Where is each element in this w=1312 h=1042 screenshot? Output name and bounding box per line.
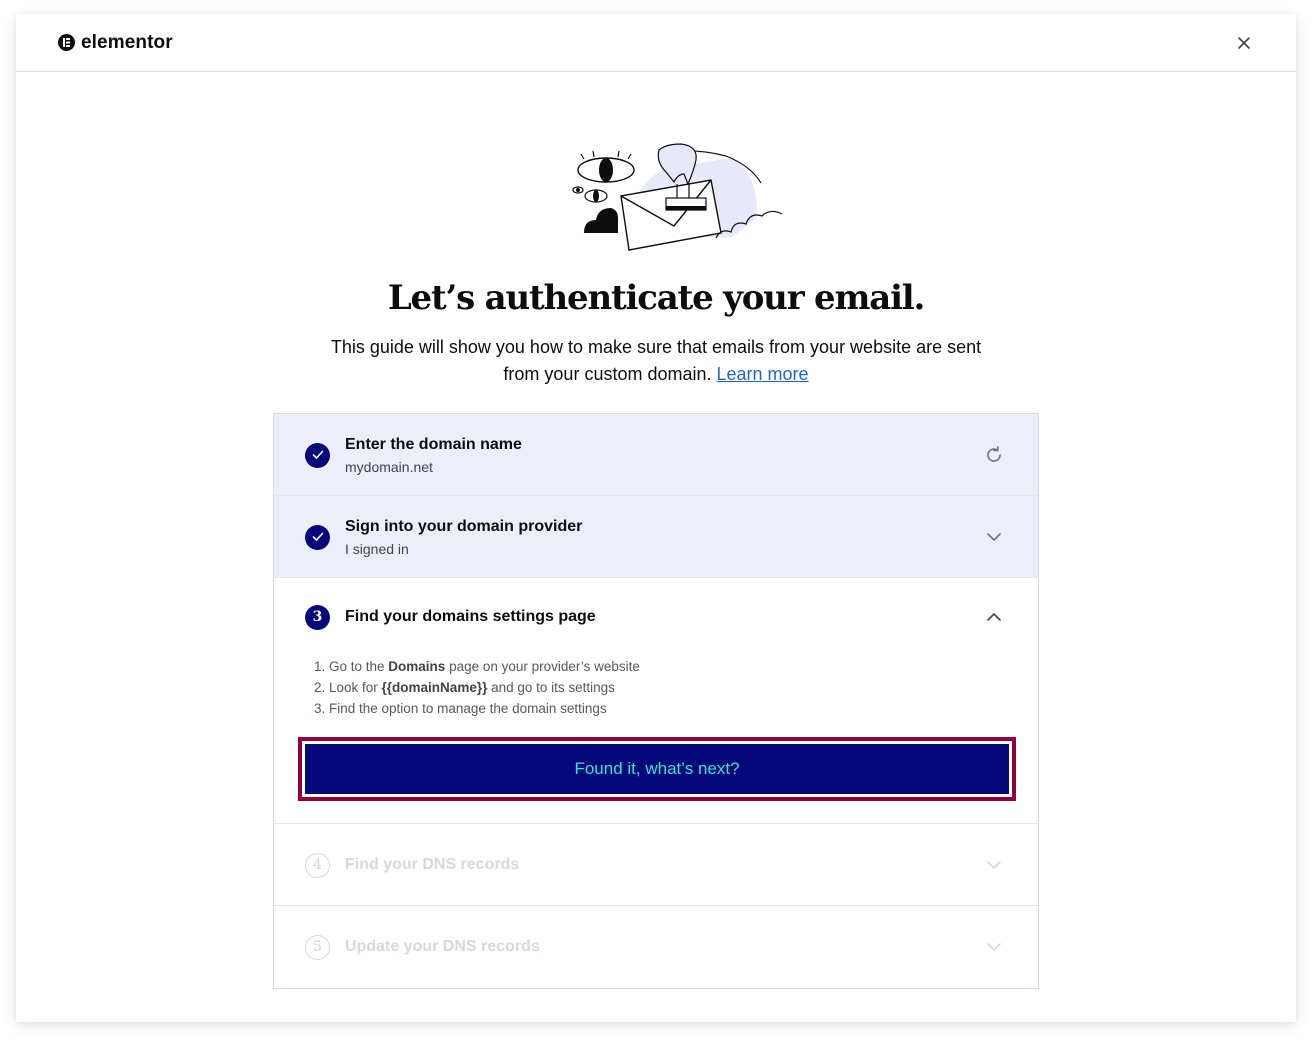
step-header[interactable]: 4 Find your DNS records	[274, 824, 1038, 906]
step-header[interactable]: 3 Find your domains settings page	[274, 578, 1038, 656]
step-text: Sign into your domain provider I signed …	[345, 518, 982, 557]
close-button[interactable]	[1232, 31, 1256, 55]
step-update-dns-records[interactable]: 5 Update your DNS records	[274, 906, 1038, 988]
step-title: Find your domains settings page	[345, 608, 596, 625]
expand-step-button[interactable]	[982, 525, 1006, 549]
found-it-next-button[interactable]: Found it, what’s next?	[305, 744, 1009, 794]
expand-step-button[interactable]	[982, 853, 1006, 877]
step-enter-domain[interactable]: Enter the domain name mydomain.net	[274, 414, 1038, 496]
step-complete-check-icon	[305, 524, 330, 550]
learn-more-link[interactable]: Learn more	[717, 364, 809, 384]
focus-ring: Found it, what’s next?	[298, 737, 1016, 801]
step-text: Enter the domain name mydomain.net	[345, 436, 982, 475]
step-header[interactable]: Enter the domain name mydomain.net	[274, 414, 1038, 496]
step-title: Enter the domain name	[345, 435, 522, 453]
step-body: 1. Go to the Domains page on your provid…	[274, 656, 1038, 823]
collapse-step-button[interactable]	[982, 605, 1006, 629]
envelope-icon	[620, 179, 722, 251]
refresh-icon	[987, 446, 1001, 462]
instruction-item: 1. Go to the Domains page on your provid…	[314, 659, 640, 674]
step-subtitle: I signed in	[345, 540, 409, 557]
step-find-domain-settings: 3 Find your domains settings page 1. Go …	[274, 578, 1038, 824]
step-header[interactable]: Sign into your domain provider I signed …	[274, 496, 1038, 578]
step-title: Sign into your domain provider	[345, 517, 583, 535]
step-number-badge: 5	[305, 934, 330, 960]
elementor-logo: elementor	[58, 32, 173, 54]
reset-step-button[interactable]	[982, 443, 1006, 467]
expand-step-button[interactable]	[982, 935, 1006, 959]
step-text: Find your domains settings page	[345, 608, 982, 626]
instruction-item: 3. Find the option to manage the domain …	[314, 701, 607, 716]
page-title: Let’s authenticate your email.	[387, 278, 926, 318]
subtitle-line-2-text: from your custom domain.	[503, 364, 712, 384]
email-stamp-illustration	[572, 143, 783, 251]
chevron-down-icon	[987, 533, 1001, 541]
steps-accordion: Enter the domain name mydomain.net Sign …	[273, 413, 1039, 989]
step-subtitle: mydomain.net	[345, 458, 433, 475]
step-text: Find your DNS records	[345, 856, 982, 874]
chevron-down-icon	[987, 943, 1001, 951]
brand-name: elementor	[81, 31, 173, 53]
step-text: Update your DNS records	[345, 938, 982, 956]
step-complete-check-icon	[305, 442, 330, 468]
close-icon	[1238, 36, 1250, 49]
step-header[interactable]: 5 Update your DNS records	[274, 906, 1038, 988]
chevron-up-icon	[987, 613, 1001, 621]
instruction-item: 2. Look for {{domainName}} and go to its…	[314, 680, 615, 695]
elementor-logo-icon	[58, 34, 75, 51]
chevron-down-icon	[987, 861, 1001, 869]
instructions-list: 1. Go to the Domains page on your provid…	[298, 656, 1014, 719]
step-number-badge: 4	[305, 852, 330, 878]
step-find-dns-records[interactable]: 4 Find your DNS records	[274, 824, 1038, 906]
step-sign-in-provider[interactable]: Sign into your domain provider I signed …	[274, 496, 1038, 578]
email-auth-modal: elementor Let’s authenticate your email.…	[16, 14, 1296, 1022]
step-title: Update your DNS records	[345, 938, 540, 955]
modal-header: elementor	[16, 14, 1296, 72]
page-subtitle: This guide will show you how to make sur…	[16, 334, 1296, 388]
step-number-badge: 3	[305, 604, 330, 630]
subtitle-line-1: This guide will show you how to make sur…	[330, 337, 982, 357]
step-title: Find your DNS records	[345, 856, 520, 873]
subtitle-line-2: from your custom domain. Learn more	[16, 361, 1296, 388]
